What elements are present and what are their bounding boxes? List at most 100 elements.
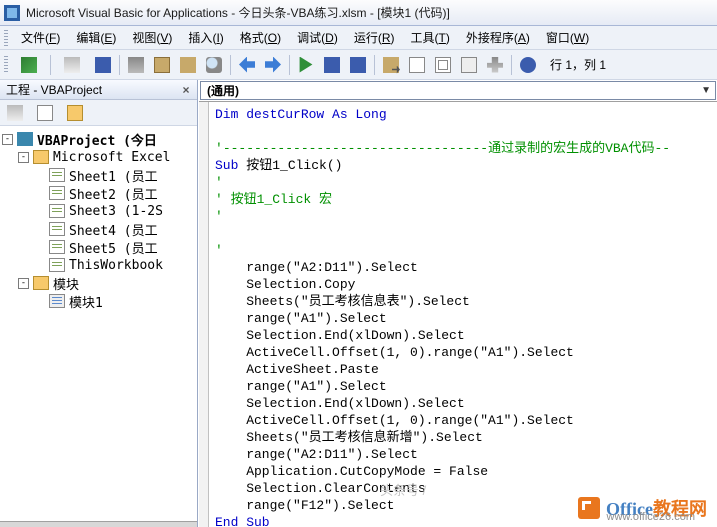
separator [230, 55, 231, 75]
run-icon [298, 57, 314, 73]
close-pane-button[interactable]: × [179, 83, 193, 97]
sheet-icon [49, 168, 65, 182]
save-icon [95, 57, 111, 73]
copy-icon [154, 57, 170, 73]
project-tree[interactable]: -VBAProject (今日-Microsoft ExcelSheet1 (员… [0, 126, 197, 521]
cursor-position: 行 1，列 1 [550, 56, 606, 73]
tree-node[interactable]: Sheet2 (员工 [2, 184, 195, 202]
tree-label: Sheet5 (员工 [69, 238, 158, 256]
menu-view[interactable]: 视图(V) [125, 26, 179, 49]
tree-node[interactable]: Sheet5 (员工 [2, 238, 195, 256]
design-icon [383, 57, 399, 73]
folder-icon [33, 276, 49, 290]
separator [511, 55, 512, 75]
tree-node[interactable]: - 模块 [2, 274, 195, 292]
break-button[interactable] [320, 54, 344, 76]
object-dropdown[interactable]: (通用) ▼ [200, 81, 716, 100]
main-split: 工程 - VBAProject × -VBAProject (今日-Micros… [0, 80, 717, 527]
tree-label: Microsoft Excel [53, 150, 170, 165]
tree-node[interactable]: Sheet1 (员工 [2, 166, 195, 184]
project-explorer-icon [409, 57, 425, 73]
paste-button[interactable] [176, 54, 200, 76]
redo-icon [265, 57, 281, 73]
toggle-folders-button[interactable] [64, 103, 86, 123]
excel-icon [21, 57, 37, 73]
view-object-button[interactable] [34, 103, 56, 123]
tree-label: VBAProject (今日 [37, 130, 157, 148]
code-margin [199, 102, 209, 527]
run-button[interactable] [294, 54, 318, 76]
properties-button[interactable] [431, 54, 455, 76]
menu-run[interactable]: 运行(R) [347, 26, 402, 49]
menu-debug[interactable]: 调试(D) [290, 26, 345, 49]
code-editor[interactable]: Dim destCurRow As Long '----------------… [199, 102, 717, 527]
separator [50, 55, 51, 75]
tree-toggle[interactable]: - [18, 278, 29, 289]
menu-file[interactable]: 文件(F) [14, 26, 67, 49]
object-browser-button[interactable] [457, 54, 481, 76]
properties-icon [435, 57, 451, 73]
tree-node[interactable]: Sheet3 (1-2S [2, 202, 195, 220]
help-button[interactable] [516, 54, 540, 76]
find-button[interactable] [202, 54, 226, 76]
insert-button[interactable] [55, 54, 89, 76]
menu-tools[interactable]: 工具(T) [404, 26, 457, 49]
menu-insert[interactable]: 插入(I) [181, 26, 230, 49]
help-icon [520, 57, 536, 73]
menu-bar: 文件(F) 编辑(E) 视图(V) 插入(I) 格式(O) 调试(D) 运行(R… [0, 26, 717, 50]
tree-toggle[interactable]: - [2, 134, 13, 145]
tree-label: Sheet3 (1-2S [69, 204, 163, 219]
paste-icon [180, 57, 196, 73]
stop-icon [350, 57, 366, 73]
menu-window[interactable]: 窗口(W) [539, 26, 596, 49]
folder-icon [67, 105, 83, 121]
title-bar: Microsoft Visual Basic for Applications … [0, 0, 717, 26]
project-explorer-title: 工程 - VBAProject [6, 81, 102, 98]
save-button[interactable] [91, 54, 115, 76]
project-explorer-toolbar [0, 100, 197, 126]
tree-label: Sheet1 (员工 [69, 166, 158, 184]
tree-label: Sheet2 (员工 [69, 184, 158, 202]
menu-edit[interactable]: 编辑(E) [69, 26, 123, 49]
menu-grip[interactable] [4, 30, 8, 46]
cut-button[interactable] [124, 54, 148, 76]
tree-node[interactable]: - Microsoft Excel [2, 148, 195, 166]
tree-node[interactable]: - VBAProject (今日 [2, 130, 195, 148]
sheet-icon [49, 204, 65, 218]
tree-label: 模块1 [69, 292, 103, 310]
tree-label: Sheet4 (员工 [69, 220, 158, 238]
tree-label: ThisWorkbook [69, 258, 163, 273]
menu-addins[interactable]: 外接程序(A) [459, 26, 537, 49]
design-mode-button[interactable] [379, 54, 403, 76]
window-title: Microsoft Visual Basic for Applications … [26, 4, 450, 21]
redo-button[interactable] [261, 54, 285, 76]
undo-button[interactable] [235, 54, 259, 76]
object-dropdown-value: (通用) [207, 82, 239, 99]
object-browser-icon [461, 57, 477, 73]
view-object-icon [37, 105, 53, 121]
project-explorer-title-bar[interactable]: 工程 - VBAProject × [0, 80, 197, 100]
menu-format[interactable]: 格式(O) [233, 26, 288, 49]
tree-node[interactable]: 模块1 [2, 292, 195, 310]
view-code-button[interactable] [4, 103, 26, 123]
folder-icon [33, 150, 49, 164]
toolbar-grip[interactable] [4, 56, 8, 74]
tree-node[interactable]: ThisWorkbook [2, 256, 195, 274]
tree-label: 模块 [53, 274, 79, 292]
copy-button[interactable] [150, 54, 174, 76]
separator [119, 55, 120, 75]
tree-toggle[interactable]: - [18, 152, 29, 163]
chevron-down-icon: ▼ [701, 85, 711, 96]
view-excel-button[interactable] [12, 54, 46, 76]
reset-button[interactable] [346, 54, 370, 76]
project-explorer-button[interactable] [405, 54, 429, 76]
code-dropdown-row: (通用) ▼ [199, 80, 717, 102]
code-text: Dim destCurRow As Long '----------------… [215, 106, 717, 527]
tree-node[interactable]: Sheet4 (员工 [2, 220, 195, 238]
separator [289, 55, 290, 75]
sheet-icon [49, 258, 65, 272]
toolbox-button[interactable] [483, 54, 507, 76]
pane-splitter[interactable] [0, 521, 197, 527]
code-pane: (通用) ▼ Dim destCurRow As Long '---------… [198, 80, 717, 527]
sheet-icon [49, 222, 65, 236]
